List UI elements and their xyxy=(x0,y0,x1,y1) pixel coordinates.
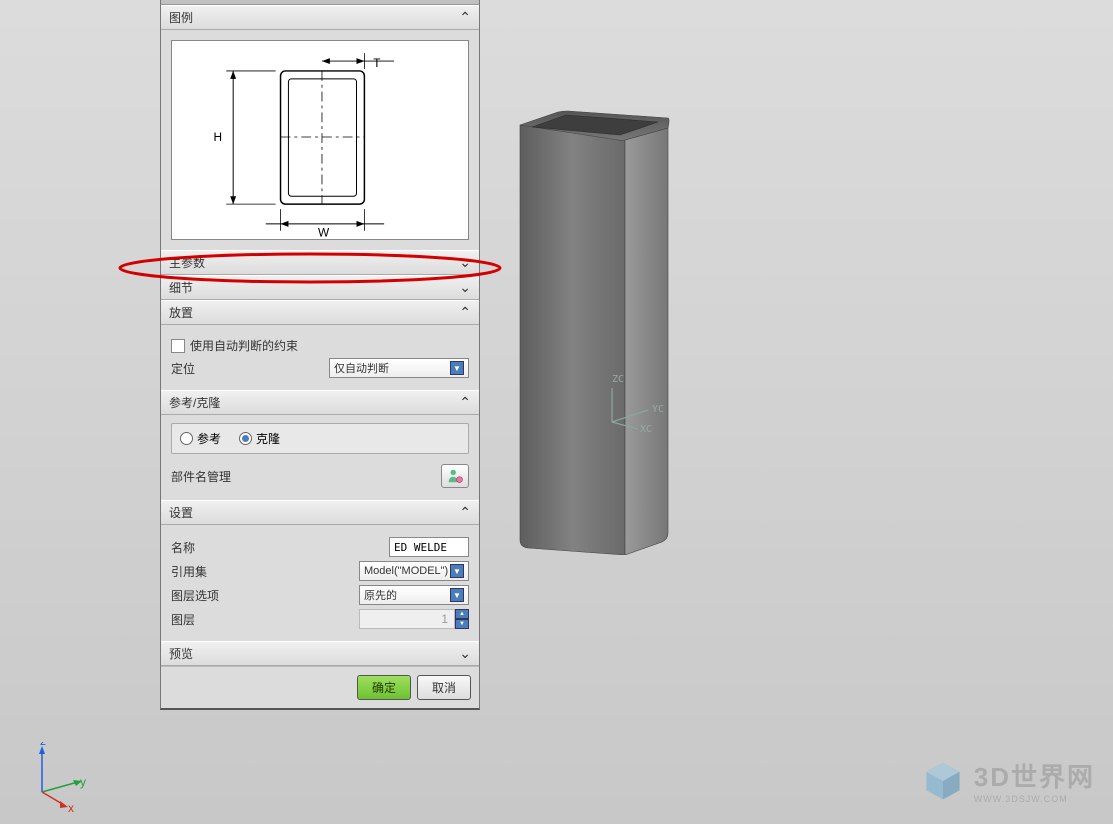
position-label: 定位 xyxy=(171,360,251,377)
cancel-button[interactable]: 取消 xyxy=(417,675,471,700)
section-main-params[interactable]: 主参数 ⌄ xyxy=(161,250,479,275)
layer-opt-dropdown[interactable]: 原先的 ▼ xyxy=(359,585,469,605)
refset-label: 引用集 xyxy=(171,563,251,580)
name-input[interactable] xyxy=(389,537,469,557)
view-triad[interactable]: z y x xyxy=(20,742,90,812)
ok-button[interactable]: 确定 xyxy=(357,675,411,700)
chevron-down-icon: ⌄ xyxy=(459,645,471,662)
section-settings-label: 设置 xyxy=(169,504,193,521)
ref-radio[interactable]: 参考 xyxy=(180,430,221,447)
layer-spinner: 1 ▲▼ xyxy=(359,609,469,629)
dropdown-arrow-icon: ▼ xyxy=(450,361,464,375)
section-refclone-body: 参考 克隆 部件名管理 xyxy=(161,415,479,500)
diagram-h-label: H xyxy=(213,130,222,144)
auto-constraint-label: 使用自动判断的约束 xyxy=(190,337,469,354)
layer-label: 图层 xyxy=(171,611,251,628)
name-label: 名称 xyxy=(171,539,251,556)
refclone-radio-group: 参考 克隆 xyxy=(171,423,469,454)
section-refclone-label: 参考/克隆 xyxy=(169,394,220,411)
diagram-w-label: W xyxy=(318,226,330,239)
layer-opt-value: 原先的 xyxy=(364,587,450,603)
refset-value: Model("MODEL") xyxy=(364,565,450,577)
dropdown-arrow-icon: ▼ xyxy=(450,588,464,602)
person-gear-icon xyxy=(446,467,464,485)
watermark-title: 3D世界网 xyxy=(974,757,1095,794)
section-settings[interactable]: 设置 ⌃ xyxy=(161,500,479,525)
clone-radio[interactable]: 克隆 xyxy=(239,430,280,447)
ref-radio-label: 参考 xyxy=(197,430,221,447)
section-placement-body: 使用自动判断的约束 定位 仅自动判断 ▼ xyxy=(161,325,479,390)
svg-text:z: z xyxy=(40,742,46,748)
legend-diagram: H W T xyxy=(171,40,469,240)
radio-icon xyxy=(239,432,252,445)
part-mgmt-button[interactable] xyxy=(441,464,469,488)
watermark: 3D世界网 WWW.3DSJW.COM xyxy=(920,757,1095,804)
section-legend[interactable]: 图例 ⌃ xyxy=(161,5,479,30)
diagram-t-label: T xyxy=(373,56,380,70)
layer-opt-label: 图层选项 xyxy=(171,587,251,604)
section-legend-label: 图例 xyxy=(169,9,193,26)
section-main-params-label: 主参数 xyxy=(169,254,205,271)
section-detail-label: 细节 xyxy=(169,279,193,296)
section-settings-body: 名称 引用集 Model("MODEL") ▼ 图层选项 原先的 ▼ 图层 1 … xyxy=(161,525,479,641)
section-preview[interactable]: 预览 ⌄ xyxy=(161,641,479,666)
chevron-up-icon: ⌃ xyxy=(459,504,471,521)
section-placement[interactable]: 放置 ⌃ xyxy=(161,300,479,325)
chevron-up-icon: ⌃ xyxy=(459,9,471,26)
section-detail[interactable]: 细节 ⌄ xyxy=(161,275,479,300)
refset-dropdown[interactable]: Model("MODEL") ▼ xyxy=(359,561,469,581)
wcs-axes-icon xyxy=(598,384,653,429)
chevron-down-icon: ⌄ xyxy=(459,254,471,271)
dialog-button-bar: 确定 取消 xyxy=(161,666,479,708)
watermark-url: WWW.3DSJW.COM xyxy=(974,794,1095,804)
section-placement-label: 放置 xyxy=(169,304,193,321)
chevron-up-icon: ⌃ xyxy=(459,394,471,411)
part-mgmt-label: 部件名管理 xyxy=(171,468,441,485)
svg-text:y: y xyxy=(80,775,86,789)
section-refclone[interactable]: 参考/克隆 ⌃ xyxy=(161,390,479,415)
chevron-up-icon: ⌃ xyxy=(459,304,471,321)
clone-radio-label: 克隆 xyxy=(256,430,280,447)
section-preview-label: 预览 xyxy=(169,645,193,662)
auto-constraint-checkbox[interactable] xyxy=(171,339,185,353)
position-dropdown[interactable]: 仅自动判断 ▼ xyxy=(329,358,469,378)
radio-icon xyxy=(180,432,193,445)
wcs-y-label: YC xyxy=(652,404,664,415)
chevron-down-icon: ⌄ xyxy=(459,279,471,296)
dialog-panel: 图例 ⌃ H W T 主参数 ⌄ xyxy=(160,0,480,710)
spinner-buttons: ▲▼ xyxy=(455,609,469,629)
position-value: 仅自动判断 xyxy=(334,360,450,376)
svg-text:x: x xyxy=(68,801,74,812)
watermark-logo-icon xyxy=(920,758,966,804)
dropdown-arrow-icon: ▼ xyxy=(450,564,464,578)
model-view[interactable] xyxy=(510,95,680,555)
layer-value: 1 xyxy=(359,609,455,629)
